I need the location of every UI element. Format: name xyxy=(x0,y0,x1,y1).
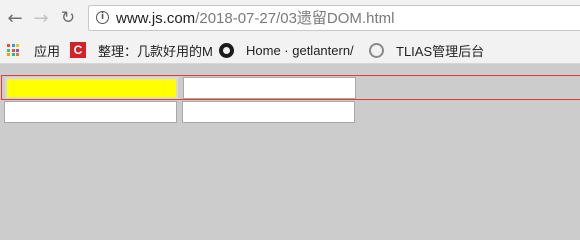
globe-icon xyxy=(369,42,384,58)
site-info-icon[interactable]: i xyxy=(96,11,109,24)
back-arrow-icon[interactable]: ← xyxy=(5,8,25,29)
url-host: www.js.com xyxy=(116,10,196,27)
url-text[interactable]: www.js.com/2018-07-27/03遗留DOM.html xyxy=(116,9,394,28)
forward-arrow-icon[interactable]: → xyxy=(31,8,51,29)
apps-dot xyxy=(7,53,10,56)
browser-toolbar: ← → ↻ i www.js.com/2018-07-27/03遗留DOM.ht… xyxy=(0,0,580,37)
apps-dot xyxy=(11,48,15,52)
bookmark-item[interactable]: TLIAS管理后台 xyxy=(369,41,484,59)
text-input[interactable] xyxy=(182,101,355,123)
reload-icon[interactable]: ↻ xyxy=(58,8,78,28)
apps-dot xyxy=(16,48,19,52)
cc-icon: C xyxy=(70,42,86,58)
page-content xyxy=(0,64,580,219)
text-input[interactable] xyxy=(183,77,356,99)
text-input[interactable] xyxy=(4,101,177,123)
apps-icon xyxy=(7,44,19,56)
text-input-highlighted[interactable] xyxy=(5,77,178,99)
bookmark-item[interactable]: C 整理：几款好用的M xyxy=(70,41,213,59)
github-icon xyxy=(219,42,234,58)
apps-dot xyxy=(7,44,10,47)
url-path: /2018-07-27/03遗留DOM.html xyxy=(195,10,395,27)
bookmark-apps[interactable]: 应用 xyxy=(7,41,60,59)
apps-dot xyxy=(11,44,15,47)
bookmark-label: 应用 xyxy=(34,43,61,59)
apps-dot xyxy=(16,44,19,47)
bookmark-label: TLIAS管理后台 xyxy=(396,43,485,59)
bookmark-item[interactable]: Home · getlantern/ xyxy=(219,41,354,59)
bookmark-label: Home · getlantern/ xyxy=(246,42,354,58)
address-bar[interactable]: i www.js.com/2018-07-27/03遗留DOM.html xyxy=(88,5,580,31)
apps-dot xyxy=(7,48,10,52)
bookmarks-bar: 应用 C 整理：几款好用的M Home · getlantern/ TLIAS管… xyxy=(0,37,580,64)
bookmark-label: 整理：几款好用的M xyxy=(98,43,213,59)
apps-dot xyxy=(16,53,19,56)
apps-dot xyxy=(11,53,15,56)
